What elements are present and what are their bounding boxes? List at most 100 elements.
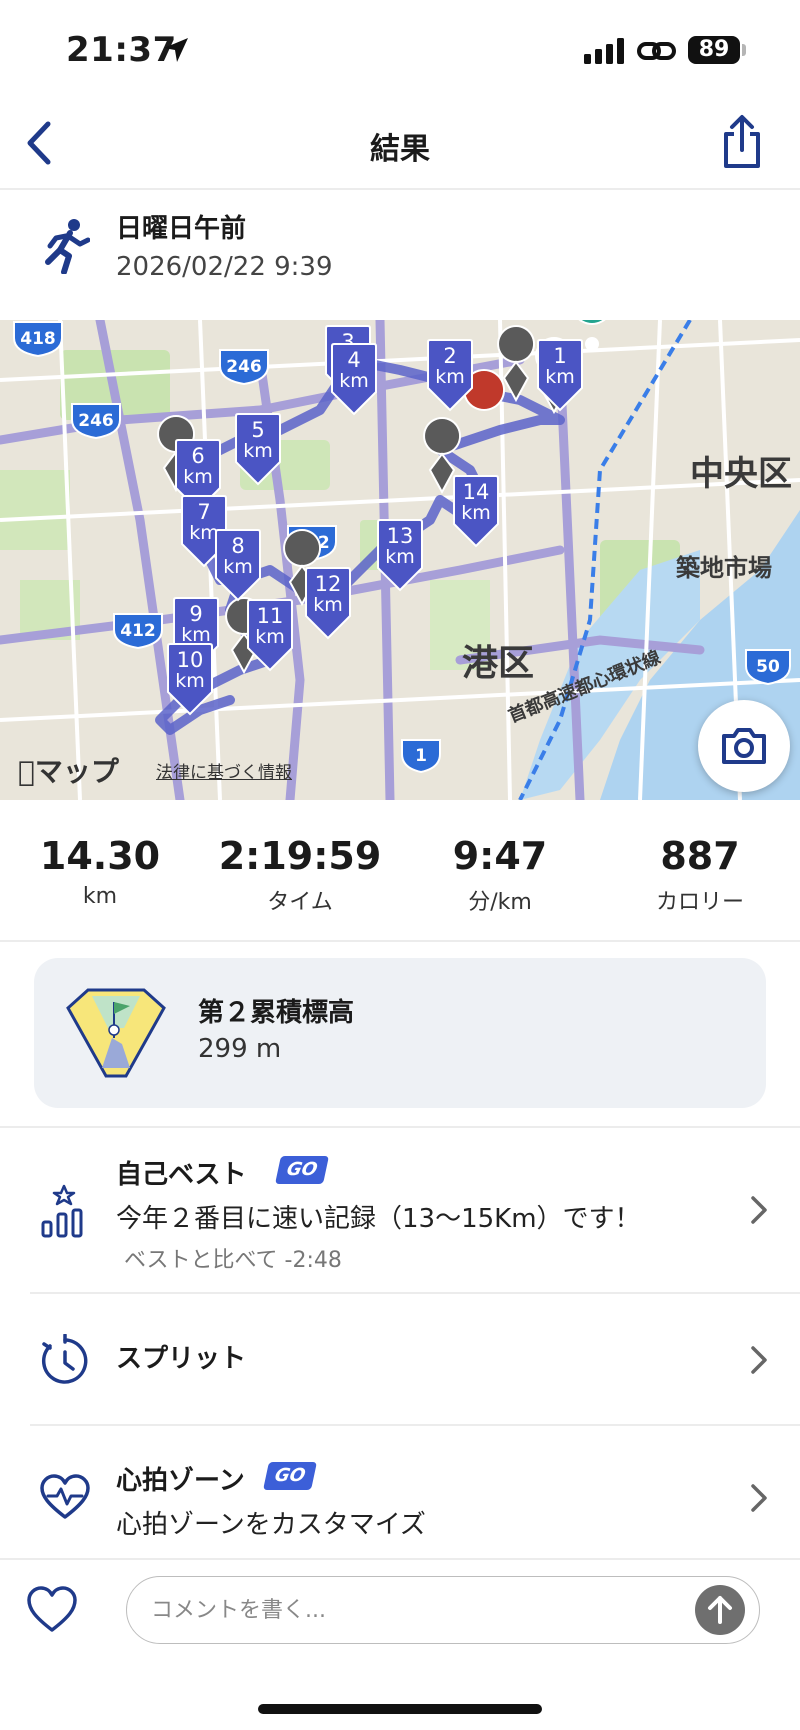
chevron-right-icon [751, 1346, 767, 1374]
km-marker-unit: km [175, 670, 205, 692]
chevron-right-icon [751, 1196, 767, 1224]
splits-title: スプリット [116, 1344, 247, 1374]
heart-rate-icon [40, 1474, 90, 1519]
km-marker: 10 km [166, 642, 214, 716]
stat-time-label: タイム [267, 890, 333, 915]
km-marker-number: 7 [197, 500, 211, 524]
stat-distance: 14.30 km [0, 834, 200, 909]
km-marker-unit: km [243, 440, 273, 462]
stat-pace-value: 9:47 [452, 834, 548, 878]
bottom-divider [0, 1558, 800, 1560]
km-marker-unit: km [461, 502, 491, 524]
splits-row[interactable]: スプリット [0, 1294, 800, 1424]
status-time: 21:37 [66, 30, 177, 70]
km-marker: 5 km [234, 412, 282, 486]
km-marker-number: 9 [189, 602, 203, 626]
svg-text:246: 246 [226, 357, 262, 377]
personal-best-row[interactable]: 自己ベスト GO 今年２番目に速い記録（13～15Km）です！ ベストと比べて … [0, 1128, 800, 1292]
map-label-chuo: 中央区 [690, 454, 792, 494]
status-bar: 21:37 89 [0, 0, 800, 100]
km-marker-unit: km [435, 366, 465, 388]
km-marker-number: 13 [386, 524, 414, 548]
personal-best-sub: ベストと比べて -2:48 [124, 1248, 342, 1273]
km-marker-unit: km [313, 594, 343, 616]
stopwatch-icon [42, 1334, 88, 1384]
km-marker-number: 5 [251, 418, 265, 442]
badge-value: 299 m [198, 1034, 282, 1064]
comment-box [126, 1576, 760, 1644]
km-marker: 13 km [376, 518, 424, 592]
km-marker: 2 km [426, 338, 474, 412]
camera-button[interactable] [698, 700, 790, 792]
chevron-right-icon [751, 1484, 767, 1512]
km-marker-number: 11 [256, 604, 284, 628]
arrow-up-icon [708, 1596, 732, 1624]
heart-zone-row[interactable]: 心拍ゾーン GO 心拍ゾーンをカスタマイズ [0, 1426, 800, 1556]
map-label-tsukiji: 築地市場 [676, 554, 772, 582]
svg-text:412: 412 [120, 621, 156, 641]
activity-datetime: 2026/02/22 9:39 [116, 252, 333, 282]
battery-tip [742, 44, 746, 56]
stat-distance-label: km [82, 884, 118, 909]
like-heart-icon[interactable] [26, 1586, 78, 1634]
location-arrow-icon [164, 38, 188, 62]
badge-title: 第２累積標高 [198, 998, 355, 1028]
map-label-minato: 港区 [462, 643, 535, 684]
svg-text:1: 1 [415, 746, 427, 766]
km-marker-unit: km [183, 466, 213, 488]
km-marker-number: 14 [462, 480, 490, 504]
km-marker: 4 km [330, 342, 378, 416]
personal-best-text: 今年２番目に速い記録（13～15Km）です！ [116, 1204, 641, 1234]
stat-calories: 887 カロリー [600, 834, 800, 916]
km-marker-number: 1 [553, 344, 567, 368]
activity-name: 日曜日午前 [116, 214, 247, 244]
stat-time-value: 2:19:59 [218, 834, 382, 878]
km-marker-number: 6 [191, 444, 205, 468]
stat-time: 2:19:59 タイム [200, 834, 400, 916]
km-marker-number: 8 [231, 534, 245, 558]
send-button[interactable] [695, 1585, 745, 1635]
header-divider [0, 188, 800, 190]
legal-info-link[interactable]: 法律に基づく情報 [156, 758, 292, 783]
apple-maps-text: マップ [18, 755, 119, 788]
km-marker-number: 10 [176, 648, 204, 672]
stats-divider [0, 940, 800, 942]
km-marker-unit: km [385, 546, 415, 568]
stat-pace-label: 分/km [468, 890, 532, 915]
camera-icon [722, 728, 766, 764]
svg-text:418: 418 [20, 329, 56, 349]
apple-maps-logo: マップ [18, 750, 119, 790]
stat-calories-label: カロリー [655, 890, 744, 915]
km-marker: 8 km [214, 528, 262, 602]
km-marker: 11 km [246, 598, 294, 672]
go-badge: GO [263, 1462, 317, 1490]
elevation-badge-card[interactable]: 第２累積標高 299 m [34, 958, 766, 1108]
km-marker-number: 12 [314, 572, 342, 596]
route-map[interactable]: 418 246 246 412 412 50 1 1 [0, 320, 800, 800]
stat-pace: 9:47 分/km [400, 834, 600, 916]
personal-hotspot-icon [637, 42, 676, 60]
comment-input[interactable] [149, 1577, 673, 1643]
battery-level: 89 [688, 36, 740, 64]
share-icon[interactable] [720, 114, 764, 170]
elevation-badge-icon [66, 988, 166, 1078]
km-marker-unit: km [339, 370, 369, 392]
stat-calories-value: 887 [660, 834, 740, 878]
km-marker: 12 km [304, 566, 352, 640]
stat-distance-value: 14.30 [39, 834, 161, 878]
cellular-signal-icon [584, 38, 624, 64]
go-badge: GO [275, 1156, 329, 1184]
personal-best-title: 自己ベスト [116, 1160, 247, 1190]
km-marker: 1 km [536, 338, 584, 412]
km-marker-unit: km [545, 366, 575, 388]
page-title: 結果 [370, 132, 430, 167]
km-marker-unit: km [255, 626, 285, 648]
km-marker-number: 2 [443, 344, 457, 368]
personal-best-icon [41, 1184, 83, 1238]
running-icon [45, 219, 90, 274]
km-marker: 14 km [452, 474, 500, 548]
heart-zone-text: 心拍ゾーンをカスタマイズ [116, 1510, 426, 1540]
km-marker-unit: km [223, 556, 253, 578]
svg-text:50: 50 [756, 657, 780, 677]
home-indicator [258, 1704, 542, 1714]
